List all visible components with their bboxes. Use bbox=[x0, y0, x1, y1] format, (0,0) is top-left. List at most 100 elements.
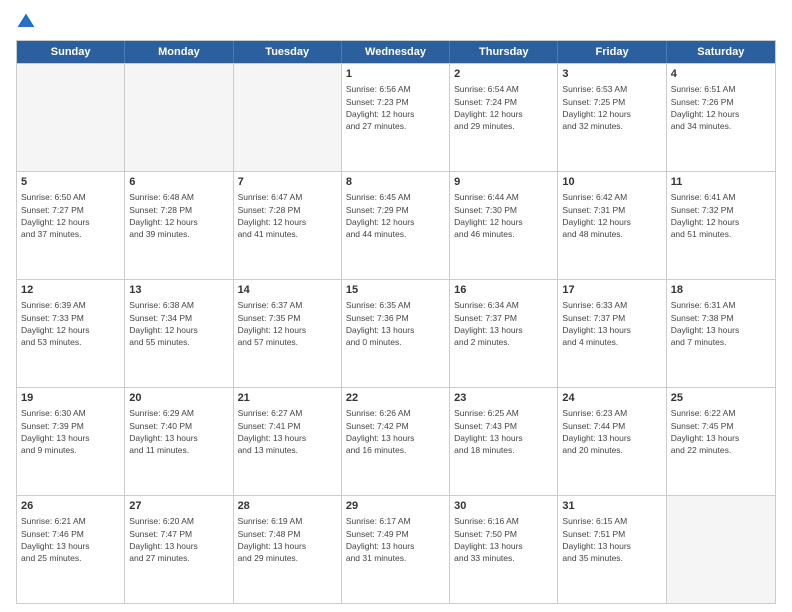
day-number: 21 bbox=[238, 391, 337, 406]
day-number: 31 bbox=[562, 499, 661, 514]
calendar-week-0: 1Sunrise: 6:56 AMSunset: 7:23 PMDaylight… bbox=[17, 63, 775, 171]
day-number: 12 bbox=[21, 283, 120, 298]
cell-sun-info: Sunrise: 6:39 AMSunset: 7:33 PMDaylight:… bbox=[21, 299, 120, 348]
cell-sun-info: Sunrise: 6:16 AMSunset: 7:50 PMDaylight:… bbox=[454, 515, 553, 564]
cell-sun-info: Sunrise: 6:41 AMSunset: 7:32 PMDaylight:… bbox=[671, 191, 771, 240]
day-number: 15 bbox=[346, 283, 445, 298]
day-number: 24 bbox=[562, 391, 661, 406]
day-number: 27 bbox=[129, 499, 228, 514]
calendar-cell: 24Sunrise: 6:23 AMSunset: 7:44 PMDayligh… bbox=[558, 388, 666, 495]
calendar-cell: 6Sunrise: 6:48 AMSunset: 7:28 PMDaylight… bbox=[125, 172, 233, 279]
cell-sun-info: Sunrise: 6:50 AMSunset: 7:27 PMDaylight:… bbox=[21, 191, 120, 240]
cell-sun-info: Sunrise: 6:34 AMSunset: 7:37 PMDaylight:… bbox=[454, 299, 553, 348]
day-header-sunday: Sunday bbox=[17, 41, 125, 63]
day-number: 28 bbox=[238, 499, 337, 514]
calendar-cell: 27Sunrise: 6:20 AMSunset: 7:47 PMDayligh… bbox=[125, 496, 233, 603]
calendar-cell: 14Sunrise: 6:37 AMSunset: 7:35 PMDayligh… bbox=[234, 280, 342, 387]
calendar-cell: 16Sunrise: 6:34 AMSunset: 7:37 PMDayligh… bbox=[450, 280, 558, 387]
calendar-header: SundayMondayTuesdayWednesdayThursdayFrid… bbox=[17, 41, 775, 63]
day-number: 23 bbox=[454, 391, 553, 406]
day-number: 6 bbox=[129, 175, 228, 190]
cell-sun-info: Sunrise: 6:51 AMSunset: 7:26 PMDaylight:… bbox=[671, 83, 771, 132]
calendar-cell bbox=[17, 64, 125, 171]
day-number: 18 bbox=[671, 283, 771, 298]
calendar-cell: 18Sunrise: 6:31 AMSunset: 7:38 PMDayligh… bbox=[667, 280, 775, 387]
calendar-cell: 19Sunrise: 6:30 AMSunset: 7:39 PMDayligh… bbox=[17, 388, 125, 495]
cell-sun-info: Sunrise: 6:26 AMSunset: 7:42 PMDaylight:… bbox=[346, 407, 445, 456]
cell-sun-info: Sunrise: 6:54 AMSunset: 7:24 PMDaylight:… bbox=[454, 83, 553, 132]
cell-sun-info: Sunrise: 6:15 AMSunset: 7:51 PMDaylight:… bbox=[562, 515, 661, 564]
cell-sun-info: Sunrise: 6:25 AMSunset: 7:43 PMDaylight:… bbox=[454, 407, 553, 456]
day-number: 2 bbox=[454, 67, 553, 82]
day-number: 22 bbox=[346, 391, 445, 406]
calendar-cell: 31Sunrise: 6:15 AMSunset: 7:51 PMDayligh… bbox=[558, 496, 666, 603]
calendar-week-1: 5Sunrise: 6:50 AMSunset: 7:27 PMDaylight… bbox=[17, 171, 775, 279]
calendar-cell: 23Sunrise: 6:25 AMSunset: 7:43 PMDayligh… bbox=[450, 388, 558, 495]
calendar-week-4: 26Sunrise: 6:21 AMSunset: 7:46 PMDayligh… bbox=[17, 495, 775, 603]
calendar-cell: 9Sunrise: 6:44 AMSunset: 7:30 PMDaylight… bbox=[450, 172, 558, 279]
calendar-cell bbox=[667, 496, 775, 603]
cell-sun-info: Sunrise: 6:33 AMSunset: 7:37 PMDaylight:… bbox=[562, 299, 661, 348]
calendar-cell: 29Sunrise: 6:17 AMSunset: 7:49 PMDayligh… bbox=[342, 496, 450, 603]
calendar-cell: 7Sunrise: 6:47 AMSunset: 7:28 PMDaylight… bbox=[234, 172, 342, 279]
calendar-cell: 21Sunrise: 6:27 AMSunset: 7:41 PMDayligh… bbox=[234, 388, 342, 495]
day-number: 10 bbox=[562, 175, 661, 190]
calendar-cell: 1Sunrise: 6:56 AMSunset: 7:23 PMDaylight… bbox=[342, 64, 450, 171]
calendar-cell: 5Sunrise: 6:50 AMSunset: 7:27 PMDaylight… bbox=[17, 172, 125, 279]
cell-sun-info: Sunrise: 6:56 AMSunset: 7:23 PMDaylight:… bbox=[346, 83, 445, 132]
calendar-cell: 10Sunrise: 6:42 AMSunset: 7:31 PMDayligh… bbox=[558, 172, 666, 279]
calendar-week-2: 12Sunrise: 6:39 AMSunset: 7:33 PMDayligh… bbox=[17, 279, 775, 387]
day-header-saturday: Saturday bbox=[667, 41, 775, 63]
calendar-cell: 17Sunrise: 6:33 AMSunset: 7:37 PMDayligh… bbox=[558, 280, 666, 387]
cell-sun-info: Sunrise: 6:38 AMSunset: 7:34 PMDaylight:… bbox=[129, 299, 228, 348]
day-number: 8 bbox=[346, 175, 445, 190]
calendar-cell: 22Sunrise: 6:26 AMSunset: 7:42 PMDayligh… bbox=[342, 388, 450, 495]
day-number: 17 bbox=[562, 283, 661, 298]
day-number: 16 bbox=[454, 283, 553, 298]
day-number: 3 bbox=[562, 67, 661, 82]
calendar-cell bbox=[125, 64, 233, 171]
day-number: 29 bbox=[346, 499, 445, 514]
day-number: 4 bbox=[671, 67, 771, 82]
cell-sun-info: Sunrise: 6:47 AMSunset: 7:28 PMDaylight:… bbox=[238, 191, 337, 240]
page: SundayMondayTuesdayWednesdayThursdayFrid… bbox=[0, 0, 792, 612]
calendar-cell: 2Sunrise: 6:54 AMSunset: 7:24 PMDaylight… bbox=[450, 64, 558, 171]
cell-sun-info: Sunrise: 6:17 AMSunset: 7:49 PMDaylight:… bbox=[346, 515, 445, 564]
calendar-cell: 25Sunrise: 6:22 AMSunset: 7:45 PMDayligh… bbox=[667, 388, 775, 495]
day-header-wednesday: Wednesday bbox=[342, 41, 450, 63]
cell-sun-info: Sunrise: 6:44 AMSunset: 7:30 PMDaylight:… bbox=[454, 191, 553, 240]
calendar-cell: 4Sunrise: 6:51 AMSunset: 7:26 PMDaylight… bbox=[667, 64, 775, 171]
day-header-thursday: Thursday bbox=[450, 41, 558, 63]
logo bbox=[16, 12, 40, 32]
calendar-cell: 15Sunrise: 6:35 AMSunset: 7:36 PMDayligh… bbox=[342, 280, 450, 387]
header bbox=[16, 12, 776, 32]
cell-sun-info: Sunrise: 6:30 AMSunset: 7:39 PMDaylight:… bbox=[21, 407, 120, 456]
cell-sun-info: Sunrise: 6:53 AMSunset: 7:25 PMDaylight:… bbox=[562, 83, 661, 132]
cell-sun-info: Sunrise: 6:35 AMSunset: 7:36 PMDaylight:… bbox=[346, 299, 445, 348]
day-number: 19 bbox=[21, 391, 120, 406]
calendar: SundayMondayTuesdayWednesdayThursdayFrid… bbox=[16, 40, 776, 604]
day-number: 5 bbox=[21, 175, 120, 190]
cell-sun-info: Sunrise: 6:48 AMSunset: 7:28 PMDaylight:… bbox=[129, 191, 228, 240]
cell-sun-info: Sunrise: 6:45 AMSunset: 7:29 PMDaylight:… bbox=[346, 191, 445, 240]
day-number: 25 bbox=[671, 391, 771, 406]
day-number: 9 bbox=[454, 175, 553, 190]
day-number: 11 bbox=[671, 175, 771, 190]
day-number: 30 bbox=[454, 499, 553, 514]
cell-sun-info: Sunrise: 6:31 AMSunset: 7:38 PMDaylight:… bbox=[671, 299, 771, 348]
cell-sun-info: Sunrise: 6:37 AMSunset: 7:35 PMDaylight:… bbox=[238, 299, 337, 348]
day-number: 13 bbox=[129, 283, 228, 298]
calendar-cell: 13Sunrise: 6:38 AMSunset: 7:34 PMDayligh… bbox=[125, 280, 233, 387]
day-number: 26 bbox=[21, 499, 120, 514]
calendar-cell: 26Sunrise: 6:21 AMSunset: 7:46 PMDayligh… bbox=[17, 496, 125, 603]
cell-sun-info: Sunrise: 6:42 AMSunset: 7:31 PMDaylight:… bbox=[562, 191, 661, 240]
calendar-cell: 20Sunrise: 6:29 AMSunset: 7:40 PMDayligh… bbox=[125, 388, 233, 495]
calendar-cell: 11Sunrise: 6:41 AMSunset: 7:32 PMDayligh… bbox=[667, 172, 775, 279]
cell-sun-info: Sunrise: 6:20 AMSunset: 7:47 PMDaylight:… bbox=[129, 515, 228, 564]
calendar-cell: 30Sunrise: 6:16 AMSunset: 7:50 PMDayligh… bbox=[450, 496, 558, 603]
calendar-cell bbox=[234, 64, 342, 171]
day-number: 20 bbox=[129, 391, 228, 406]
cell-sun-info: Sunrise: 6:22 AMSunset: 7:45 PMDaylight:… bbox=[671, 407, 771, 456]
calendar-cell: 12Sunrise: 6:39 AMSunset: 7:33 PMDayligh… bbox=[17, 280, 125, 387]
day-header-friday: Friday bbox=[558, 41, 666, 63]
